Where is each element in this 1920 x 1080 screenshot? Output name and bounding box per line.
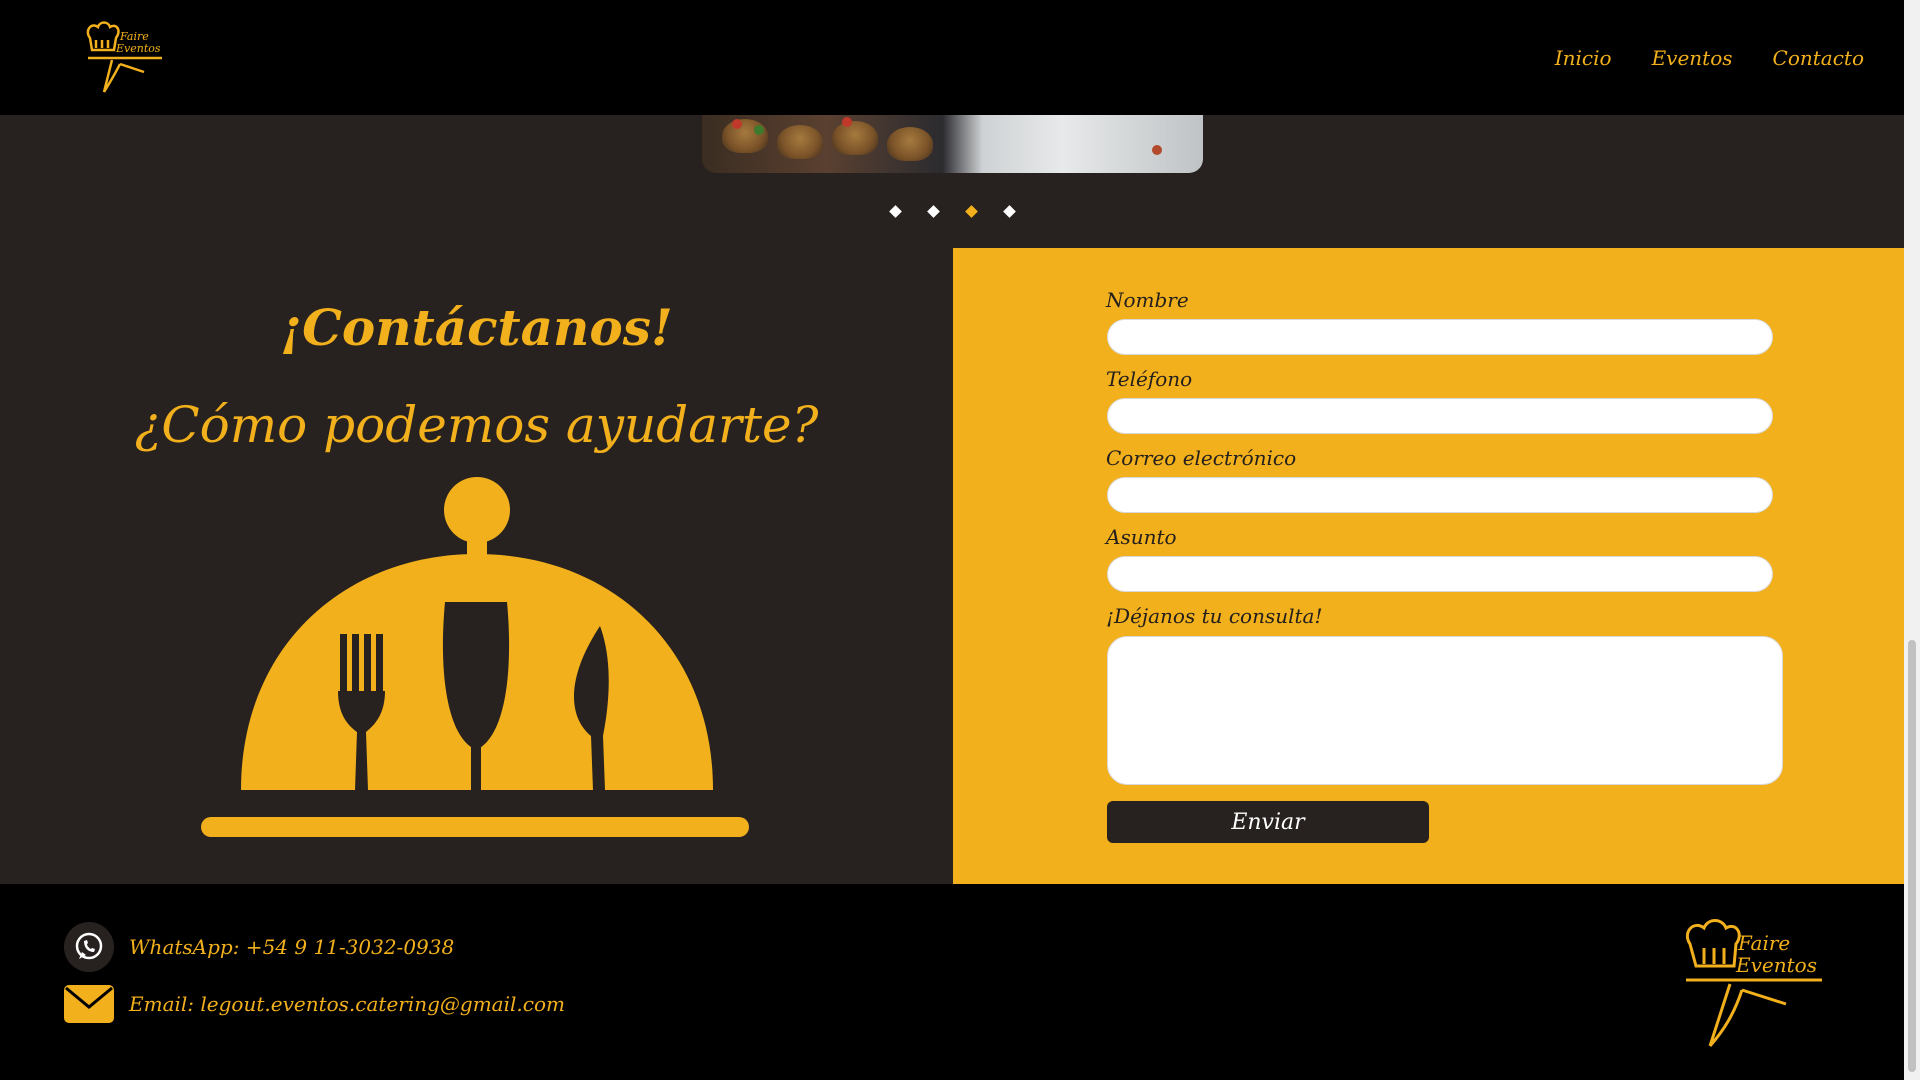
- carousel-dot-2[interactable]: [927, 205, 940, 218]
- scrollbar-thumb[interactable]: [1908, 640, 1916, 1072]
- food-photo-detail: [842, 117, 852, 127]
- whatsapp-text: WhatsApp: +54 9 11-3032-0938: [129, 935, 455, 959]
- contact-title: ¡Contáctanos!: [280, 298, 673, 357]
- brand-logo[interactable]: Faire Eventos: [84, 20, 166, 100]
- carousel-dot-3[interactable]: [965, 205, 978, 218]
- correo-input[interactable]: [1107, 477, 1773, 513]
- label-correo: Correo electrónico: [1106, 446, 1297, 470]
- cloche-dinner-icon: [201, 477, 749, 837]
- nav-link-contacto[interactable]: Contacto: [1773, 46, 1864, 70]
- contact-form: Nombre Teléfono Correo electrónico Asunt…: [953, 248, 1904, 884]
- label-telefono: Teléfono: [1106, 367, 1193, 391]
- food-photo-detail: [887, 127, 933, 161]
- email-text: Email: legout.eventos.catering@gmail.com: [129, 992, 565, 1016]
- asunto-input[interactable]: [1107, 556, 1773, 592]
- food-photo-detail: [777, 125, 823, 159]
- food-photo-detail: [754, 125, 764, 135]
- food-photo-detail: [732, 119, 742, 129]
- footer-logo-text-1: Faire: [1737, 931, 1790, 955]
- enviar-button[interactable]: Enviar: [1107, 801, 1429, 843]
- label-consulta: ¡Déjanos tu consulta!: [1106, 604, 1323, 628]
- footer-brand-logo[interactable]: Faire Eventos: [1682, 914, 1830, 1054]
- whatsapp-icon: [64, 922, 114, 972]
- site-footer: WhatsApp: +54 9 11-3032-0938 Email: lego…: [0, 884, 1904, 1080]
- carousel-indicators: [0, 203, 1904, 223]
- contact-subtitle: ¿Cómo podemos ayudarte?: [134, 396, 819, 454]
- main-nav: Inicio Eventos Contacto: [1555, 0, 1864, 115]
- food-photo-detail: [722, 119, 768, 153]
- logo-text-2: Eventos: [115, 42, 161, 55]
- telefono-input[interactable]: [1107, 398, 1773, 434]
- whatsapp-contact[interactable]: WhatsApp: +54 9 11-3032-0938: [64, 922, 454, 972]
- email-icon: [64, 985, 114, 1023]
- carousel-dot-4[interactable]: [1003, 205, 1016, 218]
- consulta-textarea[interactable]: [1107, 636, 1783, 785]
- label-asunto: Asunto: [1106, 525, 1177, 549]
- nav-link-inicio[interactable]: Inicio: [1555, 46, 1612, 70]
- carousel-slide-image: [702, 115, 1203, 173]
- contact-intro-panel: ¡Contáctanos! ¿Cómo podemos ayudarte?: [0, 248, 953, 884]
- food-photo-detail: [1152, 145, 1162, 155]
- nombre-input[interactable]: [1107, 319, 1773, 355]
- footer-logo-text-2: Eventos: [1735, 953, 1817, 977]
- site-header: Faire Eventos Inicio Eventos Contacto: [0, 0, 1904, 115]
- email-contact[interactable]: Email: legout.eventos.catering@gmail.com: [64, 985, 565, 1023]
- carousel-dot-1[interactable]: [889, 205, 902, 218]
- food-photo-detail: [832, 121, 878, 155]
- nav-link-eventos[interactable]: Eventos: [1652, 46, 1733, 70]
- label-nombre: Nombre: [1106, 288, 1189, 312]
